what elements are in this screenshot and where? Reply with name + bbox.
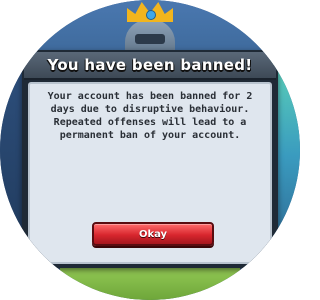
ban-dialog: You have been banned! Your account has b… bbox=[22, 50, 278, 268]
ban-message: Your account has been banned for 2 days … bbox=[47, 91, 253, 141]
okay-button[interactable]: Okay bbox=[92, 222, 214, 246]
dialog-body: Your account has been banned for 2 days … bbox=[28, 82, 272, 264]
crown-gem-icon bbox=[146, 10, 156, 20]
dialog-header: You have been banned! bbox=[24, 52, 276, 80]
dialog-title: You have been banned! bbox=[47, 56, 253, 74]
game-screen: You have been banned! Your account has b… bbox=[0, 0, 300, 300]
okay-button-label: Okay bbox=[138, 228, 168, 240]
king-visor bbox=[135, 34, 165, 44]
